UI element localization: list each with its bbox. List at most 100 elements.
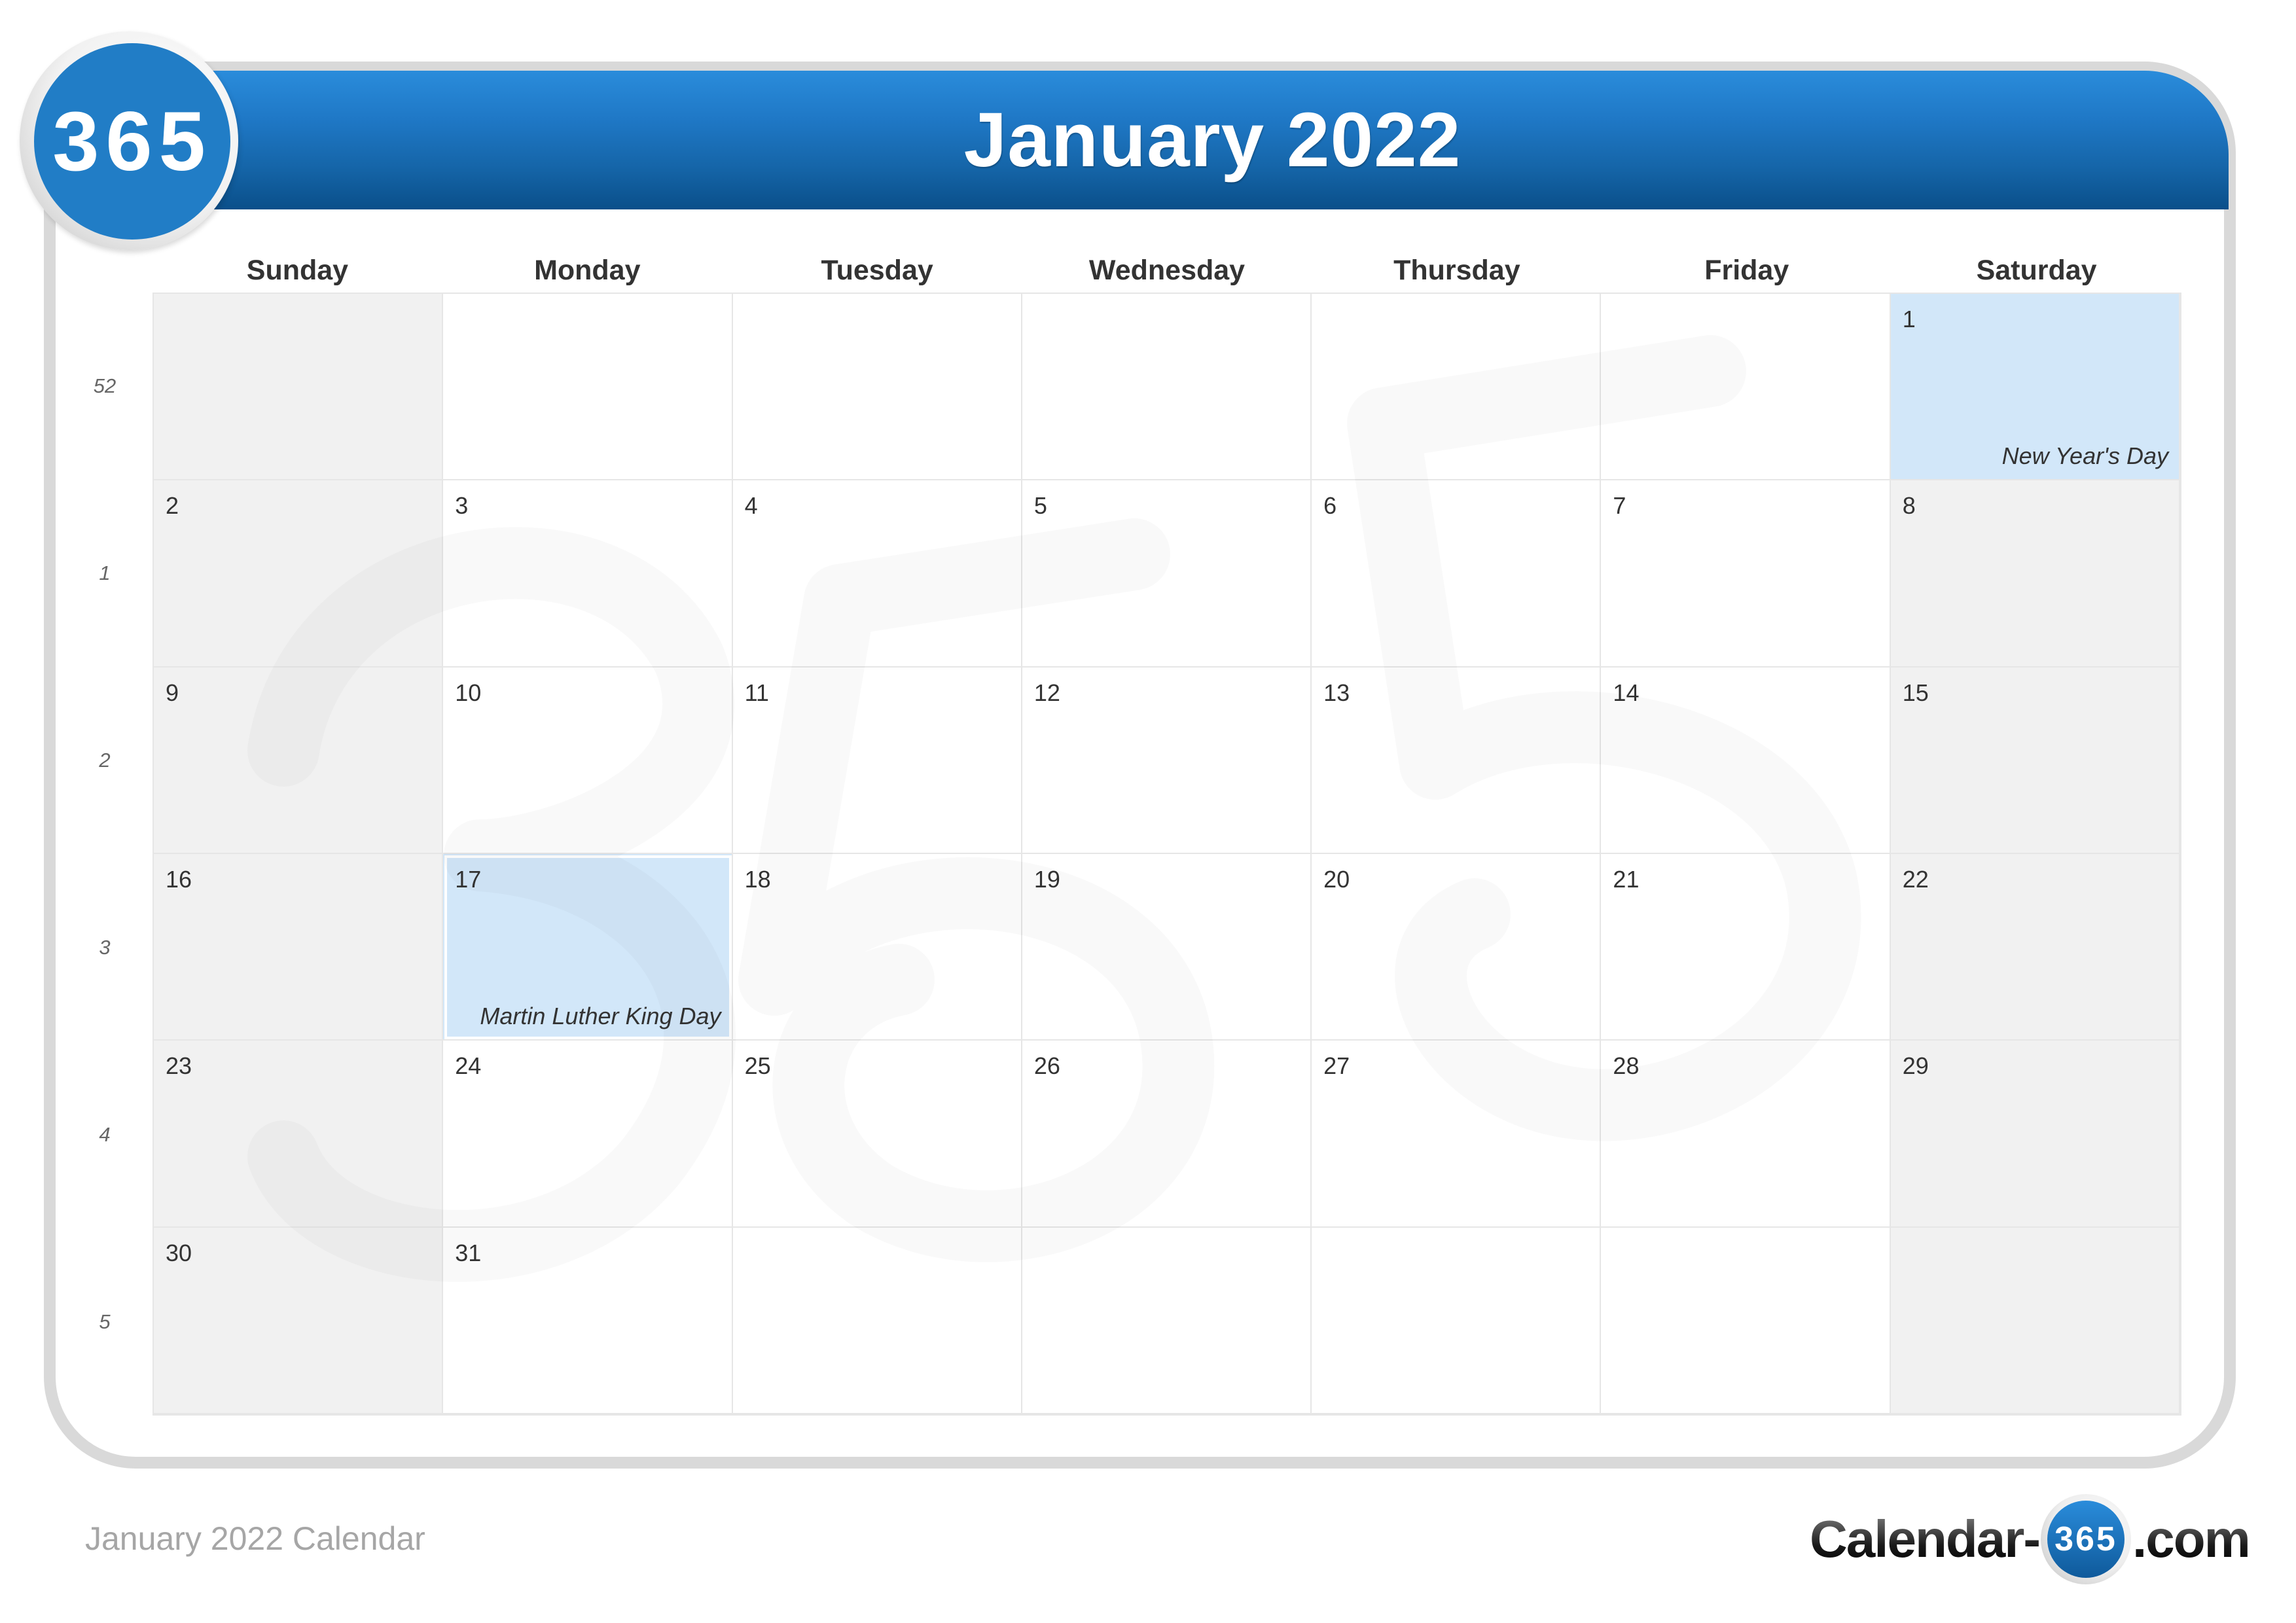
week-number: 4: [99, 1123, 111, 1146]
day-cell[interactable]: 31: [443, 1227, 733, 1414]
day-number: 28: [1613, 1052, 1640, 1080]
day-number: 23: [166, 1052, 192, 1080]
day-cell[interactable]: 11: [732, 667, 1022, 854]
day-number: 11: [744, 679, 769, 706]
day-number: 5: [1033, 492, 1047, 520]
brand-badge-ring: 365: [2040, 1494, 2131, 1584]
week-number: 1: [99, 562, 111, 584]
day-cell[interactable]: 23: [154, 1041, 444, 1228]
empty-day-cell: [732, 1227, 1022, 1414]
logo-badge: 365: [34, 43, 230, 240]
week-number: 52: [93, 374, 117, 397]
logo-text: 365: [52, 94, 212, 188]
day-number: 12: [1033, 679, 1060, 706]
weekday-wednesday: Wednesday: [1088, 255, 1246, 286]
empty-day-cell: [1601, 1227, 1891, 1414]
day-cell[interactable]: 21: [1601, 854, 1891, 1041]
day-cell[interactable]: 24: [443, 1041, 733, 1228]
day-number: 4: [744, 492, 758, 520]
week-number: 3: [99, 936, 111, 959]
weekday-header-row: Sunday Monday Tuesday Wednesday Thursday…: [152, 247, 2181, 293]
week-number: 2: [99, 749, 111, 772]
day-number: 19: [1033, 866, 1060, 893]
day-cell[interactable]: 7: [1601, 480, 1891, 668]
day-number: 9: [166, 679, 179, 706]
day-cell[interactable]: 13: [1312, 667, 1602, 854]
brand-prefix: Calendar-: [1810, 1510, 2041, 1568]
brand-suffix: .com: [2132, 1510, 2251, 1568]
day-number: 13: [1323, 679, 1350, 706]
holiday-day-cell[interactable]: 17 Martin Luther King Day: [443, 854, 733, 1041]
empty-day-cell: [1312, 294, 1602, 481]
day-cell[interactable]: 30: [154, 1227, 444, 1414]
day-number: 7: [1613, 492, 1626, 520]
day-cell[interactable]: 12: [1022, 667, 1312, 854]
day-number: 21: [1613, 866, 1640, 893]
empty-day-cell: [1601, 294, 1891, 481]
day-cell[interactable]: 27: [1312, 1041, 1602, 1228]
day-number: 14: [1613, 679, 1640, 706]
day-number: 31: [455, 1239, 482, 1266]
weekday-tuesday: Tuesday: [821, 255, 933, 286]
calendar-grid: 1 New Year's Day 2 3 4 5 6 7 8 9 10 11 12 13 14 15 16 17 M…: [152, 293, 2181, 1416]
weekday-thursday: Thursday: [1393, 255, 1520, 286]
empty-day-cell: [1312, 1227, 1602, 1414]
day-cell[interactable]: 22: [1890, 854, 2180, 1041]
day-number: 29: [1902, 1052, 1929, 1080]
day-cell[interactable]: 3: [443, 480, 733, 668]
day-number: 26: [1033, 1052, 1060, 1080]
empty-day-cell: [1022, 1227, 1312, 1414]
weekday-monday: Monday: [534, 255, 641, 286]
day-cell[interactable]: 5: [1022, 480, 1312, 668]
day-number: 30: [166, 1239, 192, 1266]
day-cell[interactable]: 19: [1022, 854, 1312, 1041]
day-cell[interactable]: 25: [732, 1041, 1022, 1228]
empty-day-cell: [443, 294, 733, 481]
holiday-day-cell[interactable]: 1 New Year's Day: [1890, 294, 2180, 481]
day-number: 25: [744, 1052, 771, 1080]
day-number: 17: [455, 866, 482, 893]
day-number: 8: [1902, 492, 1916, 520]
day-number: 16: [166, 866, 192, 893]
brand-badge: 365: [2047, 1501, 2125, 1578]
day-cell[interactable]: 18: [732, 854, 1022, 1041]
day-number: 10: [455, 679, 482, 706]
brand-number: 365: [2054, 1520, 2117, 1558]
day-number: 20: [1323, 866, 1350, 893]
month-title: January 2022: [963, 97, 1462, 183]
day-number: 24: [455, 1052, 482, 1080]
week-number: 5: [99, 1310, 111, 1333]
day-cell[interactable]: 15: [1890, 667, 2180, 854]
day-number: 2: [166, 492, 179, 520]
day-cell[interactable]: 26: [1022, 1041, 1312, 1228]
day-cell[interactable]: 4: [732, 480, 1022, 668]
footer-title: January 2022 Calendar: [85, 1520, 425, 1557]
day-cell[interactable]: 8: [1890, 480, 2180, 668]
day-cell[interactable]: 16: [154, 854, 444, 1041]
empty-day-cell: [1022, 294, 1312, 481]
weekday-saturday: Saturday: [1976, 255, 2097, 286]
week-number-column: 52 1 2 3 4 5: [72, 293, 137, 1416]
day-cell[interactable]: 29: [1890, 1041, 2180, 1228]
day-number: 22: [1902, 866, 1929, 893]
weekday-friday: Friday: [1704, 255, 1789, 286]
empty-day-cell: [154, 294, 444, 481]
day-number: 1: [1902, 306, 1916, 332]
brand-logo[interactable]: Calendar- 365 .com: [1810, 1493, 2251, 1585]
weekday-sunday: Sunday: [246, 255, 349, 286]
day-cell[interactable]: 6: [1312, 480, 1602, 668]
day-cell[interactable]: 2: [154, 480, 444, 668]
holiday-label: Martin Luther King Day: [480, 1003, 721, 1030]
day-number: 6: [1323, 492, 1337, 520]
day-number: 18: [744, 866, 771, 893]
day-cell[interactable]: 9: [154, 667, 444, 854]
day-cell[interactable]: 28: [1601, 1041, 1891, 1228]
day-number: 3: [455, 492, 469, 520]
holiday-label: New Year's Day: [2001, 442, 2168, 470]
day-cell[interactable]: 20: [1312, 854, 1602, 1041]
day-cell[interactable]: 14: [1601, 667, 1891, 854]
day-cell[interactable]: 10: [443, 667, 733, 854]
day-number: 15: [1902, 679, 1929, 706]
empty-day-cell: [1890, 1227, 2180, 1414]
empty-day-cell: [732, 294, 1022, 481]
